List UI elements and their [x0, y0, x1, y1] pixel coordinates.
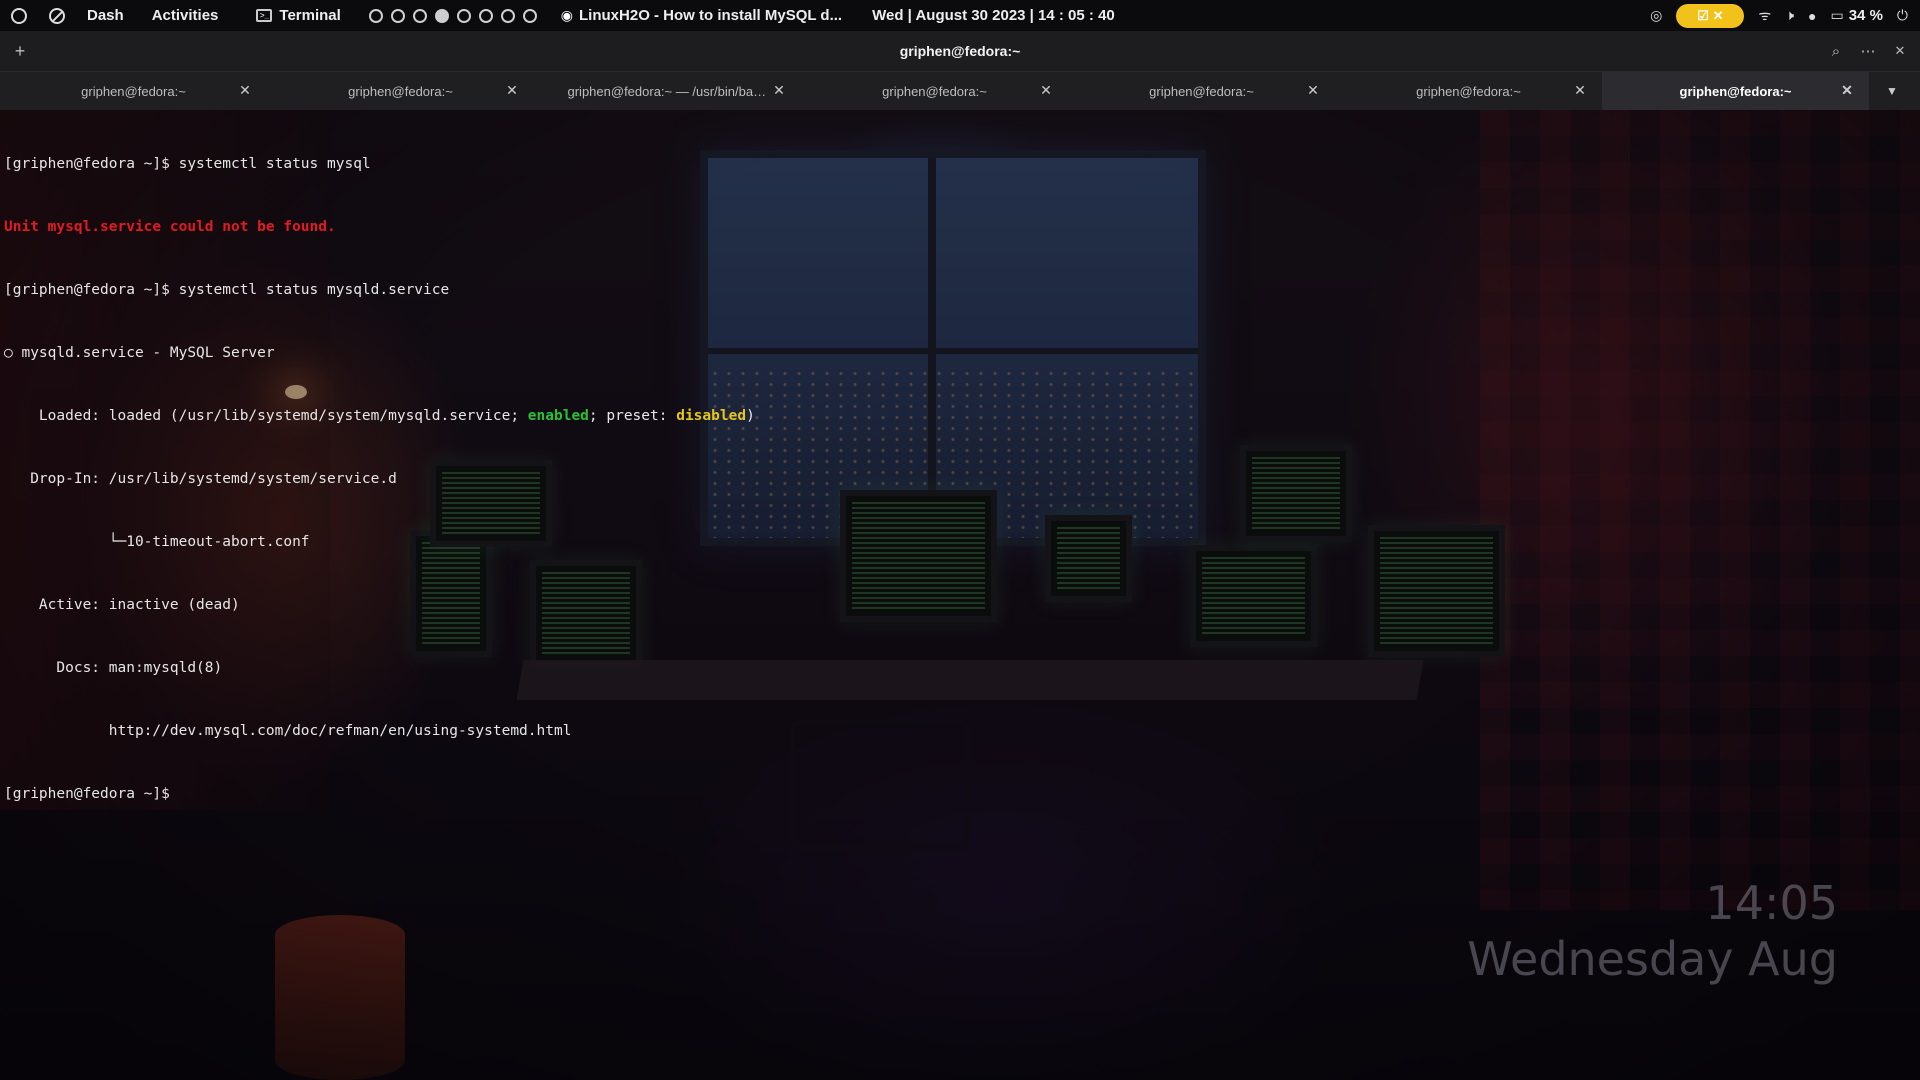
firefox-icon: ◉: [560, 7, 574, 23]
workspace-indicator: [368, 8, 537, 23]
terminal-error-line: Unit mysql.service could not be found.: [4, 219, 336, 235]
new-tab-button[interactable]: +: [8, 39, 32, 63]
pill-icon: ☑ ✕: [1697, 7, 1724, 23]
tab[interactable]: griphen@fedora:~ ✕: [801, 72, 1068, 110]
wifi-icon[interactable]: ᯤ: [1758, 6, 1771, 25]
tab[interactable]: griphen@fedora:~ ✕: [1335, 72, 1602, 110]
clock-button[interactable]: Wed | August 30 2023 | 14 : 05 : 40: [872, 7, 1115, 24]
prompt-text: [griphen@fedora ~]$: [4, 786, 179, 802]
tab-label: griphen@fedora:~: [882, 83, 987, 99]
desktop-clock-widget: 14:05 Wednesday Aug: [1467, 875, 1838, 987]
tab-close-icon[interactable]: ✕: [771, 82, 787, 99]
app-menu-button[interactable]: >_ Terminal: [256, 7, 341, 24]
desktop-clock-date: Wednesday Aug: [1467, 932, 1838, 986]
menu-button[interactable]: ⋯: [1856, 39, 1880, 63]
close-icon: ✕: [1894, 43, 1906, 58]
enabled-status: enabled: [527, 408, 589, 424]
terminal-line: Docs: man:mysqld(8): [4, 660, 223, 676]
clock-datetime: Wed | August 30 2023 | 14 : 05 : 40: [872, 7, 1115, 24]
tab-label: griphen@fedora:~: [1679, 83, 1792, 99]
window-title: griphen@fedora:~: [899, 43, 1021, 59]
tab-overflow-button[interactable]: ▼: [1869, 72, 1915, 110]
search-icon: ⌕: [1831, 42, 1841, 60]
do-not-disturb-icon[interactable]: [49, 7, 65, 24]
volume-icon[interactable]: 🕨: [1785, 7, 1794, 24]
terminal-line-loaded: Loaded: loaded (/usr/lib/systemd/system/…: [4, 406, 904, 427]
media-indicator[interactable]: ◉ LinuxH2O - How to install MySQL d...: [561, 7, 842, 24]
tab-close-icon[interactable]: ✕: [1038, 82, 1054, 99]
tab-label: griphen@fedora:~: [348, 83, 453, 99]
terminal-line: ○ mysqld.service - MySQL Server: [4, 345, 275, 361]
tab-active[interactable]: griphen@fedora:~ ✕: [1602, 72, 1869, 110]
terminal-prompt-line: [griphen@fedora ~]$: [4, 784, 904, 805]
workspace-dot-6[interactable]: [478, 8, 493, 23]
preset-status: disabled: [676, 408, 747, 424]
tab-close-icon[interactable]: ✕: [504, 82, 520, 99]
preset-text: ; preset:: [588, 408, 677, 424]
terminal-line: [griphen@fedora ~]$ systemctl status mys…: [4, 282, 450, 298]
tab-bar: griphen@fedora:~ ✕ griphen@fedora:~ ✕ grip…: [0, 71, 1920, 110]
tab-label: griphen@fedora:~: [81, 83, 186, 99]
loaded-close: ): [746, 408, 755, 424]
terminal-line: [griphen@fedora ~]$ systemctl status mys…: [4, 156, 371, 172]
terminal-headerbar: + griphen@fedora:~ ⌕ ⋯ ✕: [0, 31, 1920, 71]
tab-close-icon[interactable]: ✕: [1839, 82, 1855, 99]
search-button[interactable]: ⌕: [1824, 39, 1848, 63]
tab-close-icon[interactable]: ✕: [237, 82, 253, 99]
color-picker-icon[interactable]: ◎: [1650, 7, 1662, 24]
plus-icon: +: [14, 40, 26, 61]
top-panel: Dash Activities >_ Terminal ◉ LinuxH2O -…: [0, 0, 1920, 31]
battery-icon: ▭: [1830, 7, 1844, 23]
logo-icon[interactable]: [11, 7, 27, 24]
close-window-button[interactable]: ✕: [1888, 39, 1912, 63]
tab-label: griphen@fedora:~: [1149, 83, 1254, 99]
workspace-dot-4[interactable]: [434, 8, 449, 23]
activities-button[interactable]: Activities: [152, 7, 219, 24]
terminal-line: └─10-timeout-abort.conf: [4, 534, 310, 550]
workspace-dot-7[interactable]: [500, 8, 515, 23]
workspace-dot-5[interactable]: [456, 8, 471, 23]
activities-label: Activities: [151, 7, 219, 24]
tab-close-icon[interactable]: ✕: [1572, 82, 1588, 99]
workspace-dot-3[interactable]: [412, 8, 427, 23]
terminal-output[interactable]: [griphen@fedora ~]$ systemctl status mys…: [4, 112, 904, 826]
battery-percent: 34 %: [1848, 7, 1883, 24]
tab-close-icon[interactable]: ✕: [1305, 82, 1321, 99]
terminal-line: http://dev.mysql.com/doc/refman/en/using…: [4, 723, 572, 739]
loaded-text: Loaded: loaded (/usr/lib/systemd/system/…: [4, 408, 528, 424]
media-title: LinuxH2O - How to install MySQL d...: [579, 7, 843, 24]
workspace-dot-1[interactable]: [368, 8, 383, 23]
tab-label: griphen@fedora:~: [1416, 83, 1521, 99]
status-pill[interactable]: ☑ ✕: [1676, 3, 1745, 28]
microphone-icon[interactable]: ●: [1808, 8, 1816, 24]
tab[interactable]: griphen@fedora:~ ✕: [1068, 72, 1335, 110]
tab[interactable]: griphen@fedora:~ — /usr/bin/bash ... ✕: [534, 72, 801, 110]
power-icon[interactable]: ⏻: [1897, 7, 1908, 24]
tab[interactable]: griphen@fedora:~ ✕: [0, 72, 267, 110]
workspace-dot-8[interactable]: [522, 8, 537, 23]
workspace-dot-2[interactable]: [390, 8, 405, 23]
more-icon: ⋯: [1860, 43, 1876, 60]
desktop-clock-time: 14:05: [1705, 876, 1838, 930]
dash-button[interactable]: Dash: [87, 7, 124, 24]
battery-indicator[interactable]: ▭ 34 %: [1830, 7, 1882, 24]
terminal-icon: >_: [256, 9, 273, 22]
terminal-line: Drop-In: /usr/lib/systemd/system/service…: [4, 471, 397, 487]
dash-label: Dash: [87, 7, 124, 24]
app-menu-label: Terminal: [279, 7, 341, 24]
chevron-down-icon: ▼: [1886, 84, 1898, 98]
tab-label: griphen@fedora:~ — /usr/bin/bash ...: [567, 83, 768, 99]
terminal-line: Active: inactive (dead): [4, 597, 240, 613]
tab[interactable]: griphen@fedora:~ ✕: [267, 72, 534, 110]
